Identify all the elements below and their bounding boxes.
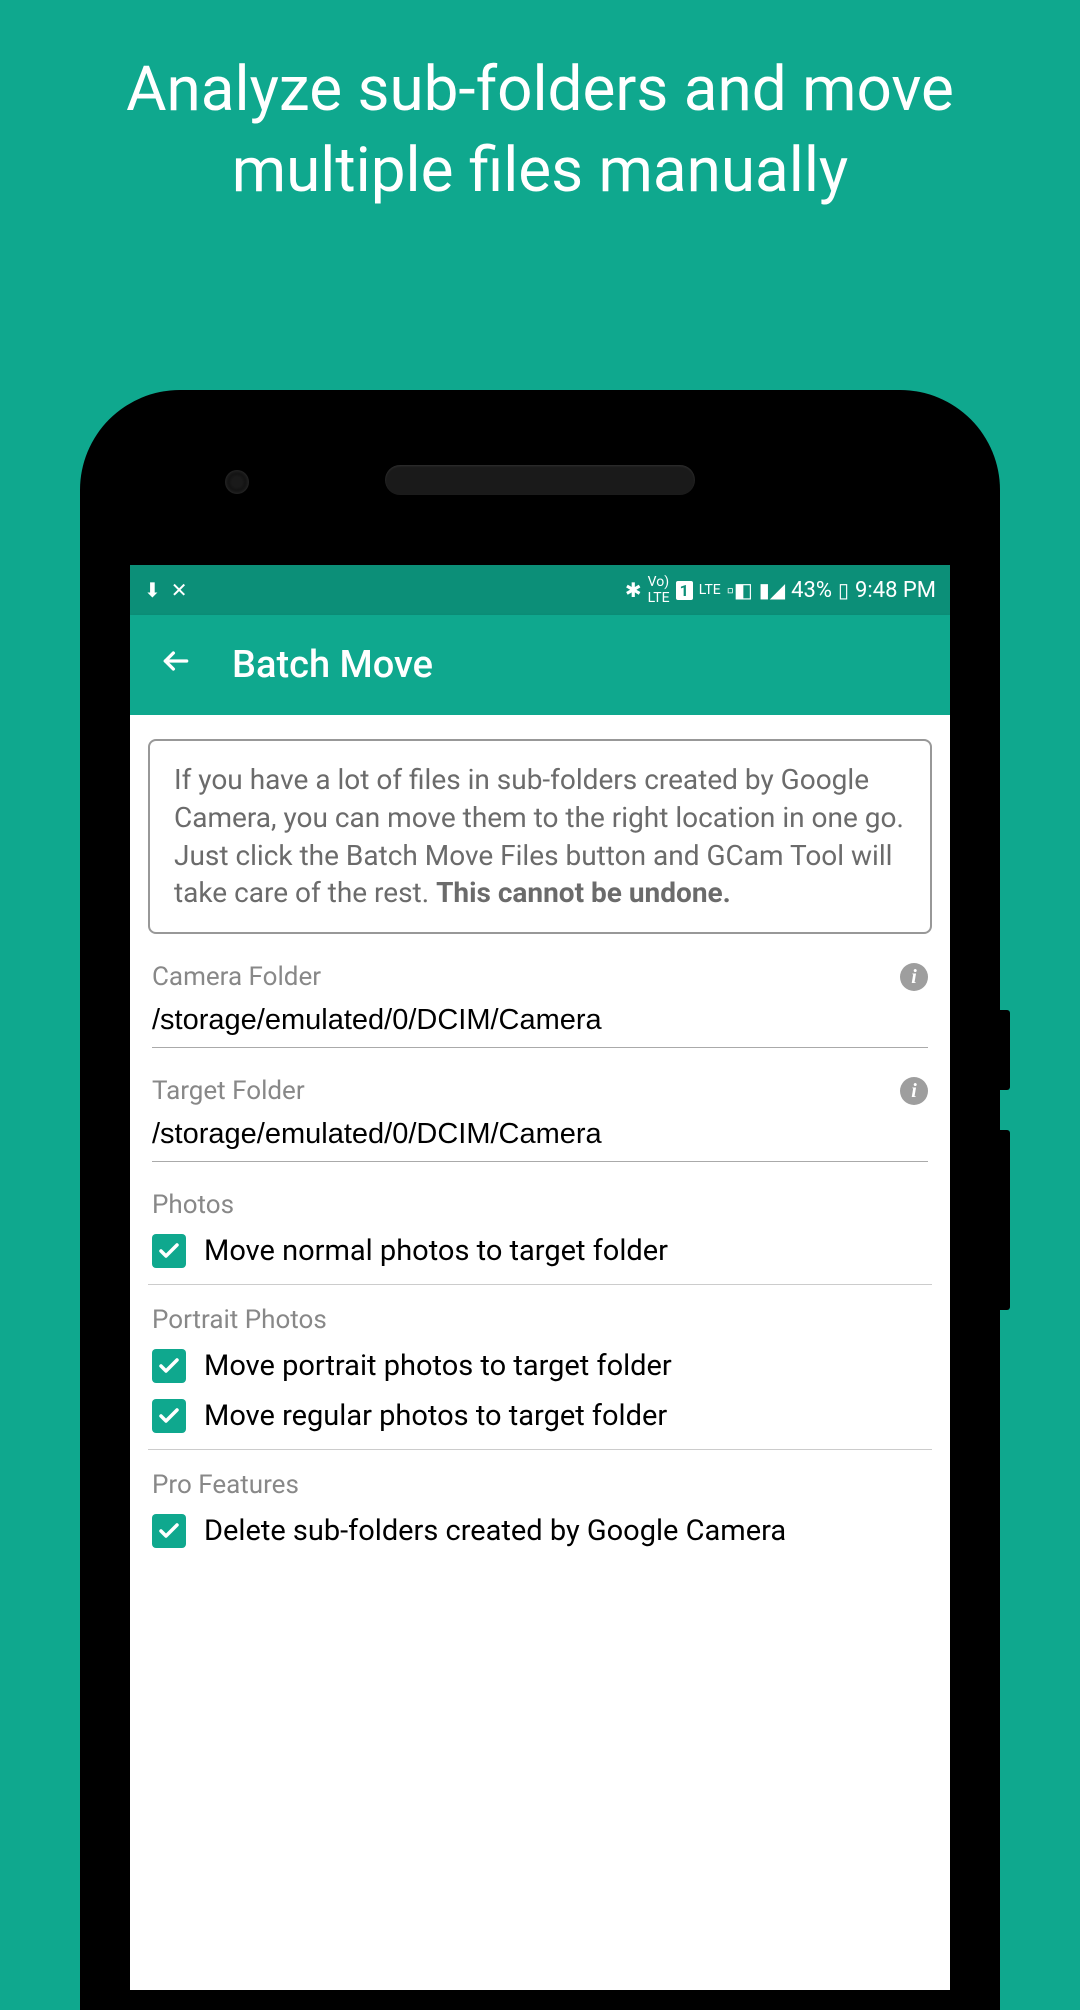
phone-screen: ⬇ ✕ ✱ Vo)LTE 1 LTE ▫◧ ▮◢ 43% ▯ 9:48 PM bbox=[130, 565, 950, 1990]
sim-icon: 1 bbox=[676, 581, 693, 600]
volte-icon: Vo)LTE bbox=[648, 574, 670, 606]
target-folder-label: Target Folder bbox=[152, 1076, 305, 1106]
camera-folder-section: Camera Folder i bbox=[148, 962, 932, 1048]
checkbox-move-normal-photos[interactable]: Move normal photos to target folder bbox=[148, 1234, 932, 1268]
checkbox-move-portrait-photos[interactable]: Move portrait photos to target folder bbox=[148, 1349, 932, 1383]
status-time: 9:48 PM bbox=[855, 578, 936, 603]
status-bar: ⬇ ✕ ✱ Vo)LTE 1 LTE ▫◧ ▮◢ 43% ▯ 9:48 PM bbox=[130, 565, 950, 615]
photos-section: Photos Move normal photos to target fold… bbox=[148, 1190, 932, 1268]
checkbox-label: Delete sub-folders created by Google Cam… bbox=[204, 1514, 786, 1548]
lte-icon: LTE bbox=[699, 582, 721, 598]
phone-camera-dot bbox=[225, 470, 249, 494]
back-button[interactable] bbox=[160, 644, 192, 686]
phone-volume-button bbox=[1000, 1130, 1010, 1310]
checkbox-label: Move normal photos to target folder bbox=[204, 1234, 668, 1268]
checkbox-move-regular-photos[interactable]: Move regular photos to target folder bbox=[148, 1399, 932, 1433]
app-bar-title: Batch Move bbox=[232, 643, 433, 687]
info-bold: This cannot be undone. bbox=[436, 876, 731, 909]
promo-headline: Analyze sub-folders and move multiple fi… bbox=[0, 0, 1080, 241]
pro-title: Pro Features bbox=[148, 1470, 932, 1500]
target-folder-input[interactable] bbox=[152, 1112, 928, 1162]
info-box: If you have a lot of files in sub-folder… bbox=[148, 739, 932, 934]
signal-icon: ▫◧ bbox=[727, 578, 753, 603]
app-bar: Batch Move bbox=[130, 615, 950, 715]
phone-speaker bbox=[385, 465, 695, 495]
pro-section: Pro Features Delete sub-folders created … bbox=[148, 1470, 932, 1548]
photos-title: Photos bbox=[148, 1190, 932, 1220]
camera-folder-label: Camera Folder bbox=[152, 962, 321, 992]
camera-folder-input[interactable] bbox=[152, 998, 928, 1048]
checkbox-delete-subfolders[interactable]: Delete sub-folders created by Google Cam… bbox=[148, 1514, 932, 1548]
battery-percent: 43% bbox=[791, 578, 832, 603]
info-icon[interactable]: i bbox=[900, 1077, 928, 1105]
target-folder-section: Target Folder i bbox=[148, 1076, 932, 1162]
checkbox-icon bbox=[152, 1514, 186, 1548]
checkbox-icon bbox=[152, 1234, 186, 1268]
location-off-icon: ✕ bbox=[171, 578, 188, 602]
divider bbox=[148, 1449, 932, 1450]
download-icon: ⬇ bbox=[144, 578, 161, 602]
checkbox-label: Move portrait photos to target folder bbox=[204, 1349, 672, 1383]
phone-power-button bbox=[1000, 1010, 1010, 1090]
portrait-section: Portrait Photos Move portrait photos to … bbox=[148, 1305, 932, 1433]
divider bbox=[148, 1284, 932, 1285]
content-area: If you have a lot of files in sub-folder… bbox=[130, 715, 950, 1588]
portrait-title: Portrait Photos bbox=[148, 1305, 932, 1335]
signal-2-icon: ▮◢ bbox=[759, 578, 785, 602]
phone-frame: ⬇ ✕ ✱ Vo)LTE 1 LTE ▫◧ ▮◢ 43% ▯ 9:48 PM bbox=[80, 390, 1000, 2010]
checkbox-label: Move regular photos to target folder bbox=[204, 1399, 667, 1433]
info-icon[interactable]: i bbox=[900, 963, 928, 991]
checkbox-icon bbox=[152, 1349, 186, 1383]
checkbox-icon bbox=[152, 1399, 186, 1433]
battery-icon: ▯ bbox=[838, 578, 849, 602]
bluetooth-icon: ✱ bbox=[625, 578, 642, 602]
